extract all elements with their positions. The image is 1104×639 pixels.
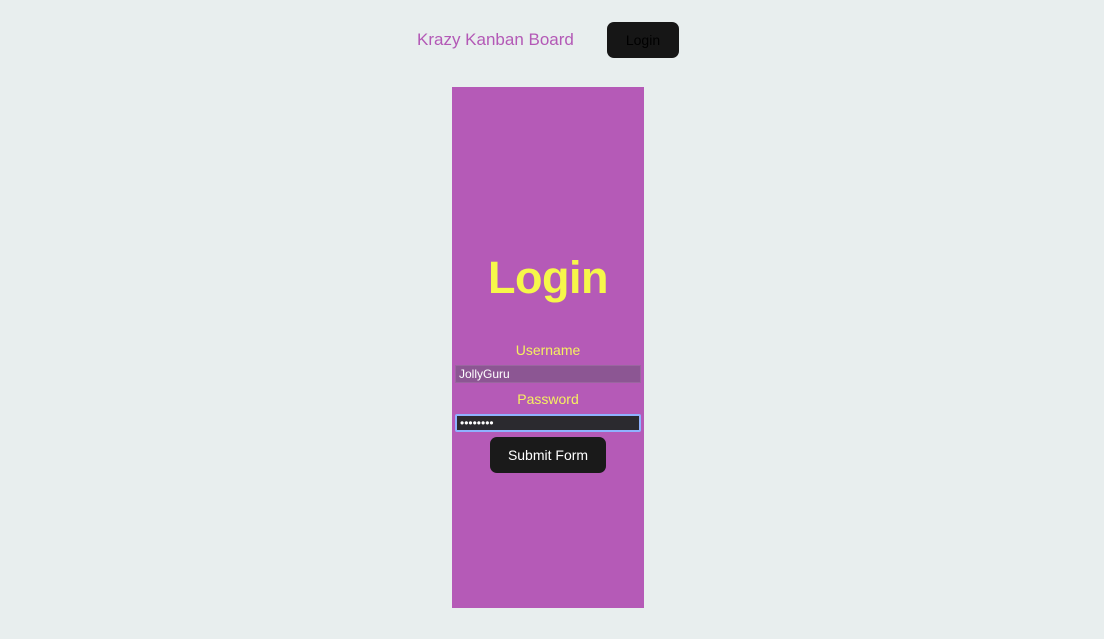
password-label: Password bbox=[517, 391, 579, 407]
submit-form-button[interactable]: Submit Form bbox=[490, 437, 606, 473]
password-input[interactable] bbox=[455, 414, 641, 432]
username-input[interactable] bbox=[455, 365, 641, 383]
username-label: Username bbox=[515, 342, 581, 358]
login-heading: Login bbox=[488, 252, 608, 303]
navbar: Krazy Kanban Board Login bbox=[0, 22, 1104, 58]
login-panel: Login Username Password Submit Form bbox=[452, 87, 644, 608]
brand-title[interactable]: Krazy Kanban Board bbox=[417, 30, 574, 50]
nav-login-button[interactable]: Login bbox=[607, 22, 679, 58]
